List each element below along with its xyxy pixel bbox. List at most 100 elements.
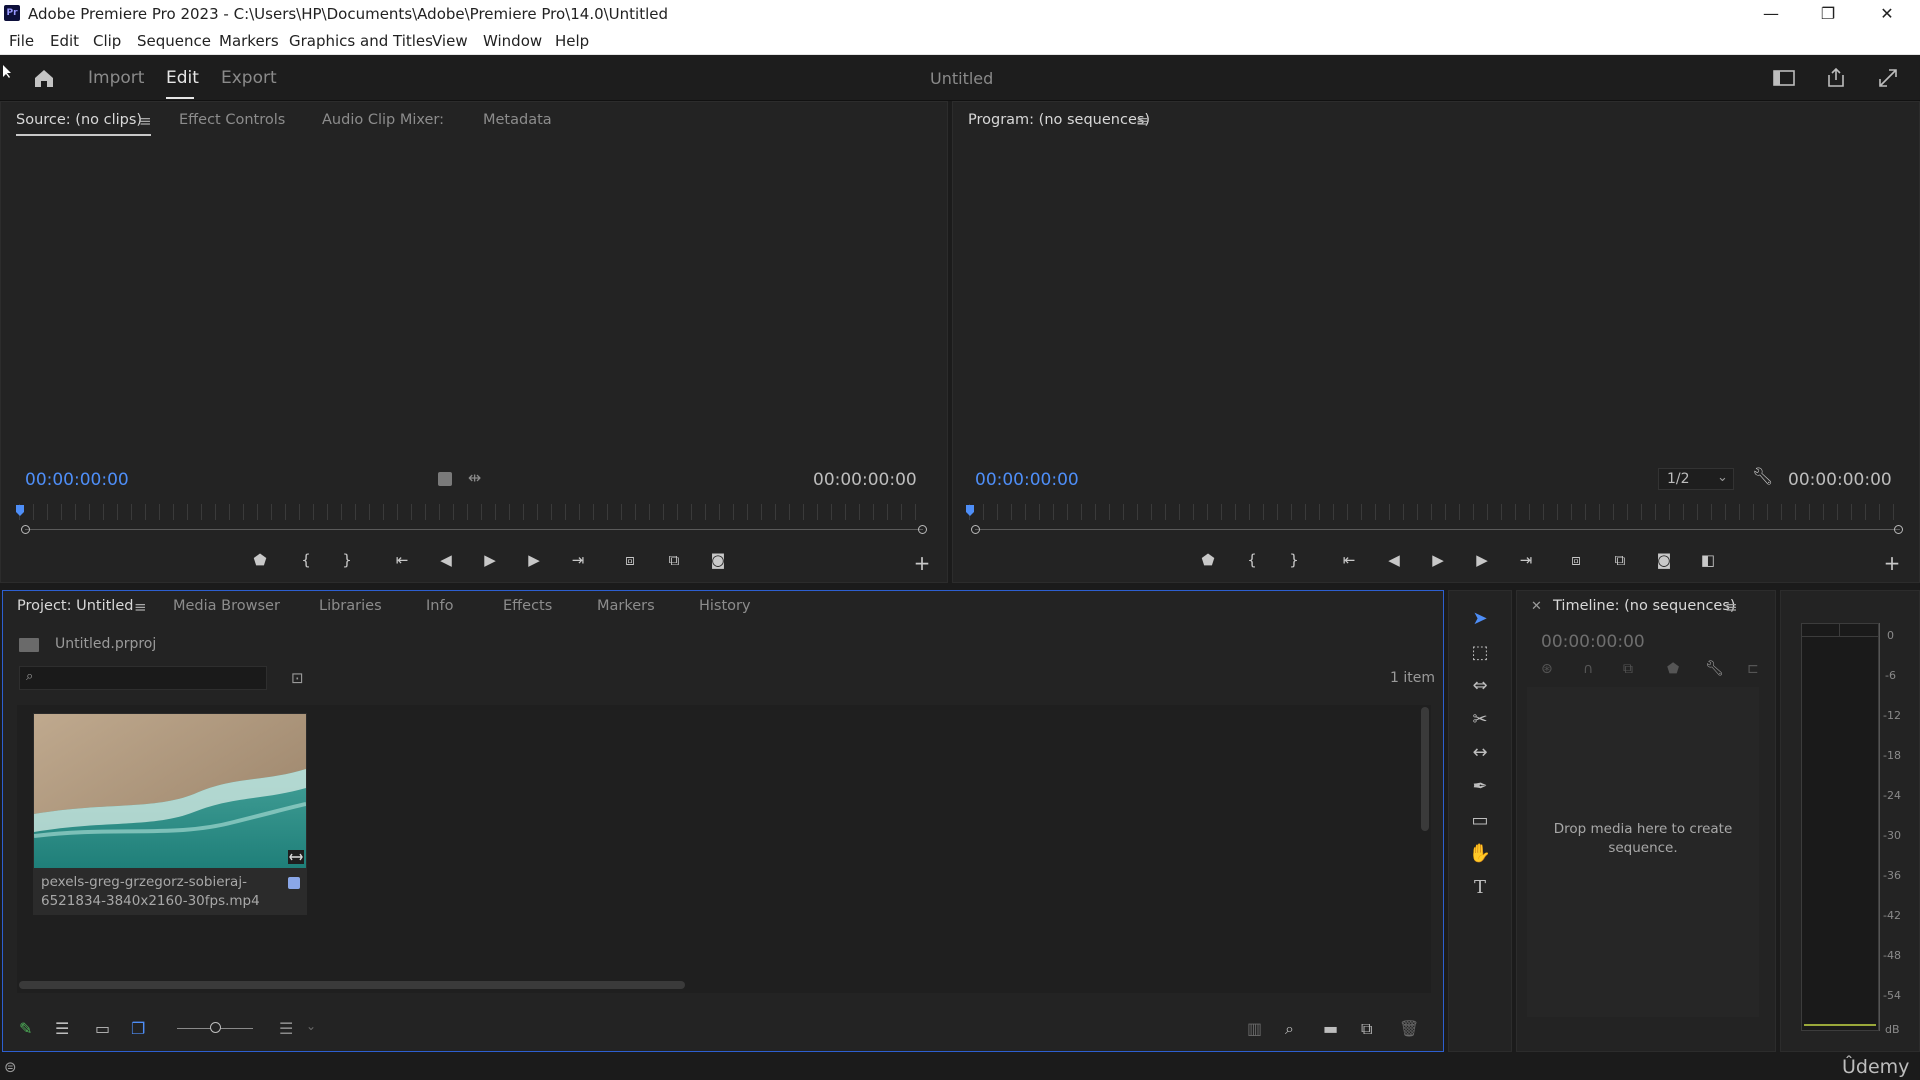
menu-graphics-and-titles[interactable]: Graphics and Titles — [289, 32, 433, 50]
automate-to-sequence-icon[interactable]: ▥ — [1247, 1019, 1262, 1038]
insert-nest-icon[interactable]: ⊛ — [1541, 661, 1553, 677]
source-panel-menu-icon[interactable]: ≡ — [139, 112, 152, 130]
program-zoom-handle-right[interactable] — [1894, 525, 1903, 534]
add-marker-icon[interactable]: ⬟ — [249, 551, 271, 569]
fullscreen-icon[interactable] — [1877, 67, 1899, 89]
track-select-tool-icon[interactable]: ⬚ — [1465, 639, 1495, 667]
source-playhead-timecode[interactable]: 00:00:00:00 — [25, 470, 129, 490]
extract-icon[interactable]: ⧉ — [1609, 551, 1631, 569]
tab-project[interactable]: Project: Untitled — [17, 598, 133, 614]
tab-export[interactable]: Export — [221, 68, 277, 88]
project-vertical-scrollbar[interactable] — [1421, 707, 1429, 831]
new-search-bin-icon[interactable]: ⊡ — [291, 669, 304, 687]
tab-audio-clip-mixer[interactable]: Audio Clip Mixer: — [322, 112, 444, 128]
source-zoom-handle-left[interactable] — [21, 525, 30, 534]
program-mark-in-icon[interactable]: { — [1241, 551, 1263, 569]
source-button-editor-icon[interactable]: + — [911, 551, 933, 575]
tab-timeline[interactable]: Timeline: (no sequences) — [1553, 598, 1736, 614]
freeform-view-icon[interactable]: ❐ — [131, 1019, 145, 1038]
clip-thumbnail-card[interactable]: pexels-greg-grzegorz-sobieraj- 6521834-3… — [33, 713, 307, 915]
tab-info[interactable]: Info — [426, 598, 453, 614]
source-playhead-icon[interactable] — [16, 505, 26, 517]
menu-help[interactable]: Help — [555, 32, 589, 50]
program-playhead-timecode[interactable]: 00:00:00:00 — [975, 470, 1079, 490]
menu-file[interactable]: File — [9, 32, 34, 50]
razor-tool-icon[interactable]: ✂ — [1465, 706, 1495, 734]
menu-view[interactable]: View — [432, 32, 468, 50]
overwrite-icon[interactable]: ⧉ — [663, 551, 685, 569]
menu-clip[interactable]: Clip — [93, 32, 121, 50]
clear-trash-icon[interactable]: 🗑︎ — [1399, 1019, 1419, 1038]
tab-effects[interactable]: Effects — [503, 598, 552, 614]
panel-layout-icon[interactable] — [1773, 69, 1795, 87]
program-go-to-in-icon[interactable]: ⇤ — [1338, 551, 1360, 569]
restore-button[interactable]: ❐ — [1801, 0, 1855, 28]
mark-out-icon[interactable]: } — [336, 551, 358, 569]
tab-markers[interactable]: Markers — [597, 598, 655, 614]
background-render-icon[interactable]: ⊜ — [4, 1058, 17, 1076]
snap-icon[interactable]: ∩ — [1583, 661, 1593, 677]
menu-edit[interactable]: Edit — [50, 32, 79, 50]
program-add-marker-icon[interactable]: ⬟ — [1197, 551, 1219, 569]
lift-icon[interactable]: ⧈ — [1565, 551, 1587, 569]
program-panel-menu-icon[interactable]: ≡ — [1136, 112, 1149, 130]
tab-media-browser[interactable]: Media Browser — [173, 598, 280, 614]
slip-tool-icon[interactable]: ↔ — [1465, 739, 1495, 767]
project-horizontal-scrollbar[interactable] — [19, 981, 685, 989]
thumbnail-size-slider-handle[interactable] — [210, 1022, 221, 1033]
ripple-edit-tool-icon[interactable]: ⇔ — [1465, 672, 1495, 700]
tab-edit[interactable]: Edit — [166, 68, 199, 88]
source-settings-icon[interactable] — [438, 472, 452, 486]
menu-markers[interactable]: Markers — [219, 32, 279, 50]
type-tool-icon[interactable]: T — [1465, 874, 1495, 902]
zoom-level-dropdown[interactable]: 1/2 ⌄ — [1658, 468, 1734, 490]
source-time-ruler[interactable] — [19, 504, 929, 520]
menu-sequence[interactable]: Sequence — [137, 32, 211, 50]
rectangle-tool-icon[interactable]: ▭ — [1465, 807, 1495, 835]
timeline-marker-icon[interactable]: ⬟ — [1667, 661, 1679, 677]
insert-icon[interactable]: ⧈ — [619, 551, 641, 569]
tab-program[interactable]: Program: (no sequences) — [968, 112, 1150, 128]
project-search-input[interactable] — [46, 669, 260, 689]
source-drag-video-icon[interactable]: ⇹ — [468, 468, 481, 487]
go-to-out-icon[interactable]: ⇥ — [567, 551, 589, 569]
timeline-panel-menu-icon[interactable]: ≡ — [1725, 598, 1738, 616]
icon-view-icon[interactable]: ▭ — [95, 1019, 110, 1038]
share-icon[interactable] — [1825, 66, 1847, 88]
program-go-to-out-icon[interactable]: ⇥ — [1515, 551, 1537, 569]
step-back-icon[interactable]: ◀ — [435, 551, 457, 569]
tab-import[interactable]: Import — [88, 68, 144, 88]
export-frame-icon[interactable]: ◙ — [707, 551, 729, 569]
program-export-frame-icon[interactable]: ◙ — [1653, 551, 1675, 569]
find-icon[interactable]: ⌕ — [1285, 1019, 1294, 1039]
home-icon[interactable] — [32, 67, 56, 89]
clip-label-color-icon[interactable] — [288, 877, 300, 889]
pen-tool-icon[interactable]: ✒ — [1465, 773, 1495, 801]
new-item-icon[interactable]: ⧉ — [1361, 1019, 1372, 1039]
sort-chevron-down-icon[interactable]: ⌄ — [306, 1019, 316, 1033]
go-to-in-icon[interactable]: ⇤ — [391, 551, 413, 569]
program-play-icon[interactable]: ▶ — [1427, 551, 1449, 569]
source-zoom-handle-right[interactable] — [918, 525, 927, 534]
project-panel-menu-icon[interactable]: ≡ — [134, 598, 147, 616]
play-icon[interactable]: ▶ — [479, 551, 501, 569]
hand-tool-icon[interactable]: ✋ — [1465, 840, 1495, 868]
program-step-forward-icon[interactable]: ▶ — [1471, 551, 1493, 569]
minimize-button[interactable]: — — [1744, 0, 1798, 28]
program-time-ruler[interactable] — [969, 504, 1907, 520]
timeline-drop-area[interactable]: Drop media here to create sequence. — [1527, 687, 1759, 1017]
menu-window[interactable]: Window — [483, 32, 542, 50]
linked-selection-icon[interactable]: ⧉ — [1623, 661, 1633, 677]
close-timeline-icon[interactable]: ✕ — [1531, 599, 1542, 614]
tab-source[interactable]: Source: (no clips) — [16, 112, 142, 128]
step-forward-icon[interactable]: ▶ — [523, 551, 545, 569]
wrench-icon[interactable]: 🔧︎ — [1752, 467, 1774, 487]
program-zoom-bar[interactable] — [975, 529, 1900, 530]
program-zoom-handle-left[interactable] — [971, 525, 980, 534]
tab-history[interactable]: History — [699, 598, 751, 614]
pencil-lock-icon[interactable]: ✎ — [19, 1019, 32, 1038]
program-step-back-icon[interactable]: ◀ — [1383, 551, 1405, 569]
captions-icon[interactable]: ⊏ — [1747, 661, 1759, 677]
tab-libraries[interactable]: Libraries — [319, 598, 382, 614]
timeline-settings-wrench-icon[interactable]: 🔧︎ — [1705, 659, 1724, 677]
